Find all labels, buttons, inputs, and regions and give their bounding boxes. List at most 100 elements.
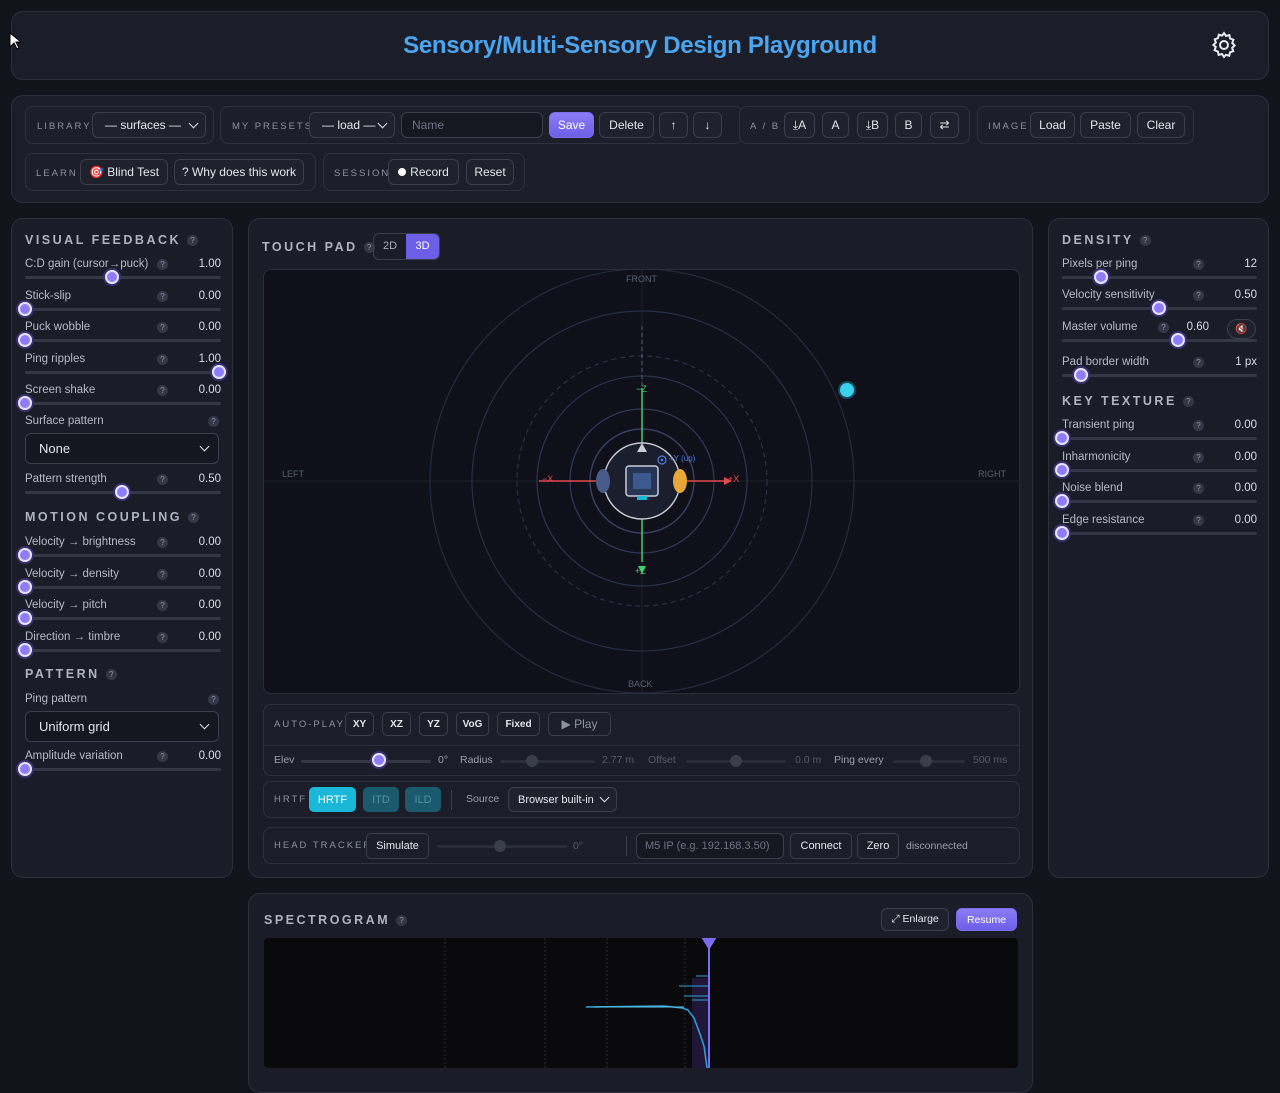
help-icon[interactable]: ? (187, 235, 199, 247)
swap-ab-button[interactable]: ⇄ (930, 112, 959, 138)
density-slider-2-thumb[interactable] (1170, 333, 1185, 347)
visual-slider-1-track[interactable] (25, 307, 221, 311)
visual-slider-0-thumb[interactable] (105, 270, 120, 284)
hrtf-toggle-button[interactable]: HRTF (309, 787, 356, 812)
key-texture-slider-2-thumb[interactable] (1055, 494, 1069, 508)
mode-2d-button[interactable]: 2D (374, 234, 406, 259)
density-slider-2-label: Master volume (1062, 321, 1138, 333)
why-button[interactable]: ? Why does this work (174, 159, 304, 185)
right-label: RIGHT (978, 469, 1006, 479)
autoplay-xy-button[interactable]: XY (345, 712, 374, 736)
motion-slider-3-track[interactable] (25, 648, 221, 652)
autoplay-play-button[interactable]: ▶ Play (548, 712, 611, 736)
record-button[interactable]: Record (388, 159, 459, 185)
gear-icon[interactable] (1209, 30, 1239, 60)
key-texture-slider-3-track[interactable] (1062, 531, 1257, 535)
save-button[interactable]: Save (549, 112, 594, 138)
help-icon[interactable]: ? (396, 915, 408, 927)
visual-slider-4-track[interactable] (25, 402, 221, 405)
help-icon[interactable]: ? (1182, 396, 1194, 408)
image-paste-button[interactable]: Paste (1080, 112, 1131, 138)
source-select[interactable]: Browser built-in (508, 787, 617, 812)
elev-slider-track[interactable] (301, 760, 431, 763)
key-texture-slider-2-track[interactable] (1062, 500, 1257, 503)
resume-button[interactable]: Resume (956, 908, 1017, 931)
image-load-button[interactable]: Load (1030, 112, 1075, 138)
visual-slider-3-thumb[interactable] (212, 364, 226, 379)
presets-label: MY PRESETS (232, 121, 314, 132)
delete-button[interactable]: Delete (599, 112, 654, 138)
front-label: FRONT (626, 274, 657, 284)
save-b-button[interactable]: ⤓B (857, 112, 888, 138)
help-icon[interactable]: ? (208, 416, 219, 427)
simulate-button[interactable]: Simulate (366, 833, 429, 859)
pattern-strength-slider-thumb[interactable] (115, 485, 129, 499)
library-select[interactable]: — surfaces — (92, 112, 206, 138)
presets-select[interactable]: — load — (309, 112, 395, 138)
density-slider-0-thumb[interactable] (1093, 270, 1108, 284)
key-texture-slider-3-thumb[interactable] (1055, 525, 1069, 540)
motion-slider-2-thumb[interactable] (18, 611, 32, 625)
reset-button[interactable]: Reset (466, 159, 514, 185)
blind-test-button[interactable]: 🎯 Blind Test (80, 159, 168, 185)
mute-speaker-icon[interactable]: 🔇 (1227, 319, 1256, 339)
m5-ip-input[interactable]: M5 IP (e.g. 192.168.3.50) (636, 833, 784, 859)
motion-slider-1-thumb[interactable] (18, 579, 32, 594)
autoplay-yz-button[interactable]: YZ (419, 712, 448, 736)
autoplay-vog-button[interactable]: VoG (456, 712, 489, 736)
key-texture-slider-1-track[interactable] (1062, 468, 1257, 472)
density-slider-3-track[interactable] (1062, 374, 1257, 377)
motion-slider-0-track[interactable] (25, 554, 221, 557)
visual-slider-4-thumb[interactable] (18, 396, 32, 410)
amplitude-variation-slider-track[interactable] (25, 768, 221, 771)
itd-toggle-button[interactable]: ITD (363, 787, 399, 812)
record-dot-icon (398, 168, 407, 176)
touch-pad-canvas[interactable]: FRONT BACK LEFT RIGHT −Z +Z −X +X +Y (up… (263, 269, 1020, 694)
amplitude-variation-slider-thumb[interactable] (18, 762, 32, 776)
ping-pattern-select[interactable]: Uniform grid (25, 711, 219, 742)
autoplay-fixed-button[interactable]: Fixed (497, 712, 540, 736)
motion-slider-2-track[interactable] (25, 617, 221, 620)
surface-pattern-select[interactable]: None (25, 433, 219, 464)
density-slider-1-thumb[interactable] (1151, 301, 1166, 315)
recall-a-button[interactable]: A (822, 112, 849, 138)
key-texture-title-text: KEY TEXTURE (1062, 394, 1177, 408)
right-panel: DENSITY? Pixels per ping? 12 Velocity sens… (1048, 218, 1269, 878)
zero-button[interactable]: Zero (857, 833, 899, 859)
elev-slider-thumb[interactable] (372, 753, 386, 767)
radius-slider-thumb (526, 755, 538, 767)
autoplay-xz-button[interactable]: XZ (382, 712, 411, 736)
sound-source-puck[interactable] (840, 383, 854, 397)
density-slider-2-track[interactable] (1062, 339, 1257, 342)
visual-slider-2-thumb[interactable] (18, 333, 32, 347)
key-texture-slider-1-thumb[interactable] (1055, 462, 1069, 477)
motion-slider-3-thumb[interactable] (18, 642, 32, 657)
visual-slider-1-thumb[interactable] (18, 301, 32, 316)
help-icon[interactable]: ? (208, 694, 219, 705)
save-a-button[interactable]: ⤓A (784, 112, 815, 138)
help-icon[interactable]: ? (105, 669, 117, 681)
connect-button[interactable]: Connect (790, 833, 852, 859)
preset-name-input[interactable]: Name (401, 112, 543, 138)
visual-slider-2-track[interactable] (25, 339, 221, 342)
density-slider-3-thumb[interactable] (1074, 368, 1089, 382)
density-slider-0-track[interactable] (1062, 276, 1257, 279)
image-clear-button[interactable]: Clear (1137, 112, 1185, 138)
ild-toggle-button[interactable]: ILD (405, 787, 441, 812)
enlarge-button[interactable]: ⤢ Enlarge (881, 908, 949, 931)
motion-slider-0-thumb[interactable] (18, 548, 32, 562)
motion-slider-1-track[interactable] (25, 585, 221, 589)
visual-slider-3-track[interactable] (25, 370, 221, 374)
key-texture-slider-0-thumb[interactable] (1055, 431, 1069, 445)
surface-pattern-value: None (39, 441, 71, 456)
help-icon[interactable]: ? (187, 512, 199, 524)
key-texture-slider-0-track[interactable] (1062, 437, 1257, 440)
motion-slider-3-value: 0.00 (198, 630, 221, 643)
visual-slider-4-label: Screen shake (25, 384, 96, 396)
move-up-button[interactable]: ↑ (659, 112, 688, 138)
help-icon[interactable]: ? (1139, 235, 1151, 247)
visual-slider-0-track[interactable] (25, 276, 221, 279)
move-down-button[interactable]: ↓ (693, 112, 722, 138)
mode-3d-button[interactable]: 3D (406, 234, 439, 259)
recall-b-button[interactable]: B (895, 112, 922, 138)
